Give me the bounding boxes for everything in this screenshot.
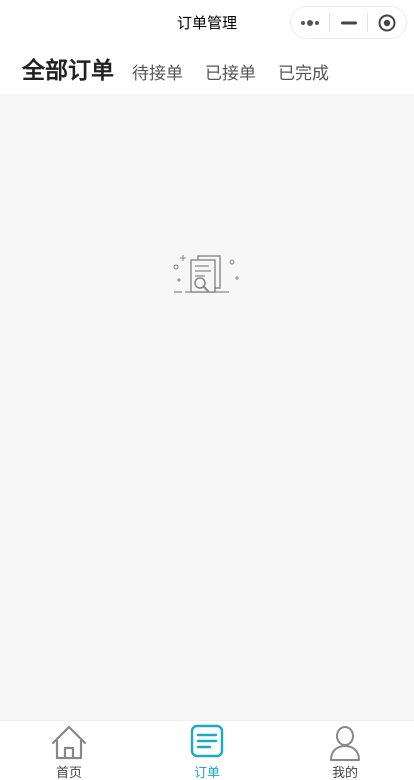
tab-accepted[interactable]: 已接单 — [205, 59, 256, 84]
bottom-tab-bar: 首页 订单 我的 — [0, 720, 414, 780]
order-list-icon — [190, 724, 224, 758]
tabbar-item-orders[interactable]: 订单 — [138, 721, 276, 780]
tab-all-orders[interactable]: 全部订单 — [22, 51, 114, 85]
minimize-button[interactable] — [330, 7, 368, 38]
close-button[interactable] — [368, 7, 406, 38]
tabbar-label-home: 首页 — [55, 766, 82, 780]
more-button[interactable] — [291, 7, 329, 38]
user-icon — [330, 726, 360, 761]
more-dots-icon — [300, 19, 319, 26]
tabbar-item-home[interactable]: 首页 — [0, 721, 138, 780]
navigation-bar: 订单管理 — [0, 0, 414, 46]
empty-document-search-icon — [173, 255, 239, 293]
order-status-tabs: 全部订单 待接单 已接单 已完成 — [0, 46, 414, 94]
tabbar-label-profile: 我的 — [331, 766, 358, 780]
home-icon — [51, 725, 87, 760]
tabbar-label-orders: 订单 — [193, 766, 220, 780]
tab-pending[interactable]: 待接单 — [132, 59, 183, 84]
tab-completed[interactable]: 已完成 — [278, 59, 329, 84]
mini-program-capsule — [290, 6, 407, 39]
target-circle-icon — [378, 14, 396, 31]
minimize-icon — [340, 21, 357, 24]
tabbar-item-profile[interactable]: 我的 — [276, 721, 414, 780]
order-list-area[interactable] — [0, 94, 414, 720]
